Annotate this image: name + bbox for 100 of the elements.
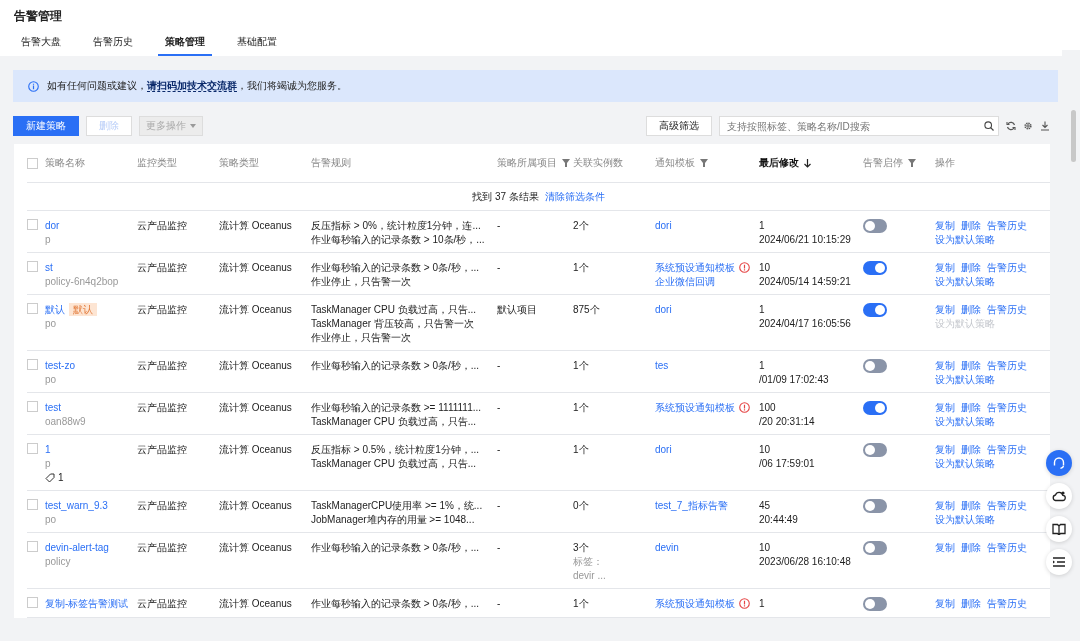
action-link[interactable]: 复制 xyxy=(935,401,955,414)
action-link[interactable]: 复制 xyxy=(935,597,955,610)
action-link[interactable]: 设为默认策略 xyxy=(935,275,995,288)
advanced-filter-button[interactable]: 高级筛选 xyxy=(646,116,712,136)
template-link[interactable]: 系统预设通知模板 xyxy=(655,401,735,414)
row-checkbox[interactable] xyxy=(27,219,38,230)
clear-filters-link[interactable]: 清除筛选条件 xyxy=(544,189,605,204)
action-link[interactable]: 告警历史 xyxy=(987,597,1027,610)
action-link[interactable]: 删除 xyxy=(961,541,981,554)
policy-name-link[interactable]: 复制-标签告警测试 xyxy=(45,597,129,610)
tab[interactable]: 告警历史 xyxy=(86,35,140,56)
policy-name-link[interactable]: st xyxy=(45,261,53,274)
filter-icon[interactable] xyxy=(700,159,708,167)
alert-toggle[interactable] xyxy=(863,303,887,317)
action-link[interactable]: 告警历史 xyxy=(987,401,1027,414)
action-link[interactable]: 删除 xyxy=(961,261,981,274)
tag-icon[interactable] xyxy=(45,472,55,483)
alert-toggle[interactable] xyxy=(863,359,887,373)
action-link[interactable]: 设为默认策略 xyxy=(935,233,995,246)
notice-text: 如有任何问题或建议，请扫码加技术交流群，我们将竭诚为您服务。 xyxy=(47,79,347,93)
action-link[interactable]: 删除 xyxy=(961,303,981,316)
action-link[interactable]: 告警历史 xyxy=(987,303,1027,316)
policy-name-link[interactable]: test-zo xyxy=(45,359,75,372)
tab[interactable]: 告警大盘 xyxy=(14,35,68,56)
sort-arrow-icon[interactable] xyxy=(804,158,811,168)
row-checkbox[interactable] xyxy=(27,443,38,454)
template-link[interactable]: dori xyxy=(655,219,672,232)
row-checkbox[interactable] xyxy=(27,541,38,552)
row-checkbox[interactable] xyxy=(27,597,38,608)
action-link[interactable]: 复制 xyxy=(935,359,955,372)
row-checkbox[interactable] xyxy=(27,499,38,510)
action-link[interactable]: 设为默认策略 xyxy=(935,415,995,428)
alert-toggle[interactable] xyxy=(863,261,887,275)
action-link[interactable]: 告警历史 xyxy=(987,359,1027,372)
select-all-checkbox[interactable] xyxy=(27,157,38,169)
action-link[interactable]: 复制 xyxy=(935,443,955,456)
policy-name-link[interactable]: test_warn_9.3 xyxy=(45,499,108,512)
modified-info: 2024/06/21 10:15:29 xyxy=(759,233,852,246)
row-checkbox[interactable] xyxy=(27,261,38,272)
create-button[interactable]: 新建策略 xyxy=(13,116,79,136)
search-icon[interactable] xyxy=(984,121,994,131)
refresh-icon[interactable] xyxy=(1006,121,1016,131)
action-link[interactable]: 设为默认策略 xyxy=(935,457,995,470)
template-link[interactable]: tes xyxy=(655,359,669,372)
row-checkbox[interactable] xyxy=(27,401,38,412)
action-link[interactable]: 复制 xyxy=(935,541,955,554)
template-link[interactable]: devin xyxy=(655,541,679,554)
row-checkbox[interactable] xyxy=(27,303,38,314)
filter-icon[interactable] xyxy=(908,159,916,167)
policy-name-link[interactable]: dor xyxy=(45,219,60,232)
action-link[interactable]: 设为默认策略 xyxy=(935,513,995,526)
action-link[interactable]: 复制 xyxy=(935,499,955,512)
action-link[interactable]: 删除 xyxy=(961,359,981,372)
action-link[interactable]: 删除 xyxy=(961,443,981,456)
action-link[interactable]: 告警历史 xyxy=(987,443,1027,456)
template-link[interactable]: 系统预设通知模板 xyxy=(655,261,735,274)
alert-toggle[interactable] xyxy=(863,597,887,611)
action-link[interactable]: 删除 xyxy=(961,401,981,414)
action-link[interactable]: 复制 xyxy=(935,303,955,316)
template-link[interactable]: dori xyxy=(655,303,672,316)
column-header: 关联实例数 xyxy=(573,156,623,170)
action-link[interactable]: 删除 xyxy=(961,597,981,610)
info-icon xyxy=(28,80,39,92)
tab[interactable]: 基础配置 xyxy=(230,35,284,56)
column-header: 告警规则 xyxy=(311,156,351,170)
policy-name-link[interactable]: 默认 xyxy=(45,303,65,316)
policy-type: 流计算 Oceanus xyxy=(219,219,293,232)
download-icon[interactable] xyxy=(1040,121,1050,131)
template-link[interactable]: 系统预设通知模板 xyxy=(655,597,735,610)
policy-id: oan88w9 xyxy=(45,415,87,428)
alert-toggle[interactable] xyxy=(863,499,887,513)
template-link[interactable]: test_7_指标告警 xyxy=(655,499,728,512)
alert-toggle[interactable] xyxy=(863,219,887,233)
policy-name-link[interactable]: 1 xyxy=(45,443,51,456)
column-header: 通知模板 xyxy=(655,156,695,170)
monitor-type: 云产品监控 xyxy=(137,401,188,414)
alert-toggle[interactable] xyxy=(863,541,887,555)
template-link[interactable]: 企业微信回调 xyxy=(655,275,715,288)
search-field[interactable]: 支持按照标签、策略名称/ID搜索 xyxy=(719,116,999,136)
action-link[interactable]: 告警历史 xyxy=(987,261,1027,274)
row-checkbox[interactable] xyxy=(27,359,38,370)
join-group-link[interactable]: 请扫码加技术交流群 xyxy=(147,80,237,92)
template-link[interactable]: dori xyxy=(655,443,672,456)
action-link[interactable]: 设为默认策略 xyxy=(935,373,995,386)
policy-name-link[interactable]: test xyxy=(45,401,62,414)
tab[interactable]: 策略管理 xyxy=(158,35,212,56)
filter-icon[interactable] xyxy=(562,159,570,167)
alert-toggle[interactable] xyxy=(863,443,887,457)
instance-count: 875个 xyxy=(573,303,601,316)
action-link[interactable]: 复制 xyxy=(935,219,955,232)
alert-toggle[interactable] xyxy=(863,401,887,415)
action-link[interactable]: 告警历史 xyxy=(987,541,1027,554)
settings-icon[interactable] xyxy=(1023,121,1033,131)
action-link[interactable]: 告警历史 xyxy=(987,499,1027,512)
tag-info: devir ... xyxy=(573,569,607,582)
policy-name-link[interactable]: devin-alert-tag xyxy=(45,541,109,554)
action-link[interactable]: 删除 xyxy=(961,499,981,512)
action-link[interactable]: 告警历史 xyxy=(987,219,1027,232)
action-link[interactable]: 复制 xyxy=(935,261,955,274)
action-link[interactable]: 删除 xyxy=(961,219,981,232)
